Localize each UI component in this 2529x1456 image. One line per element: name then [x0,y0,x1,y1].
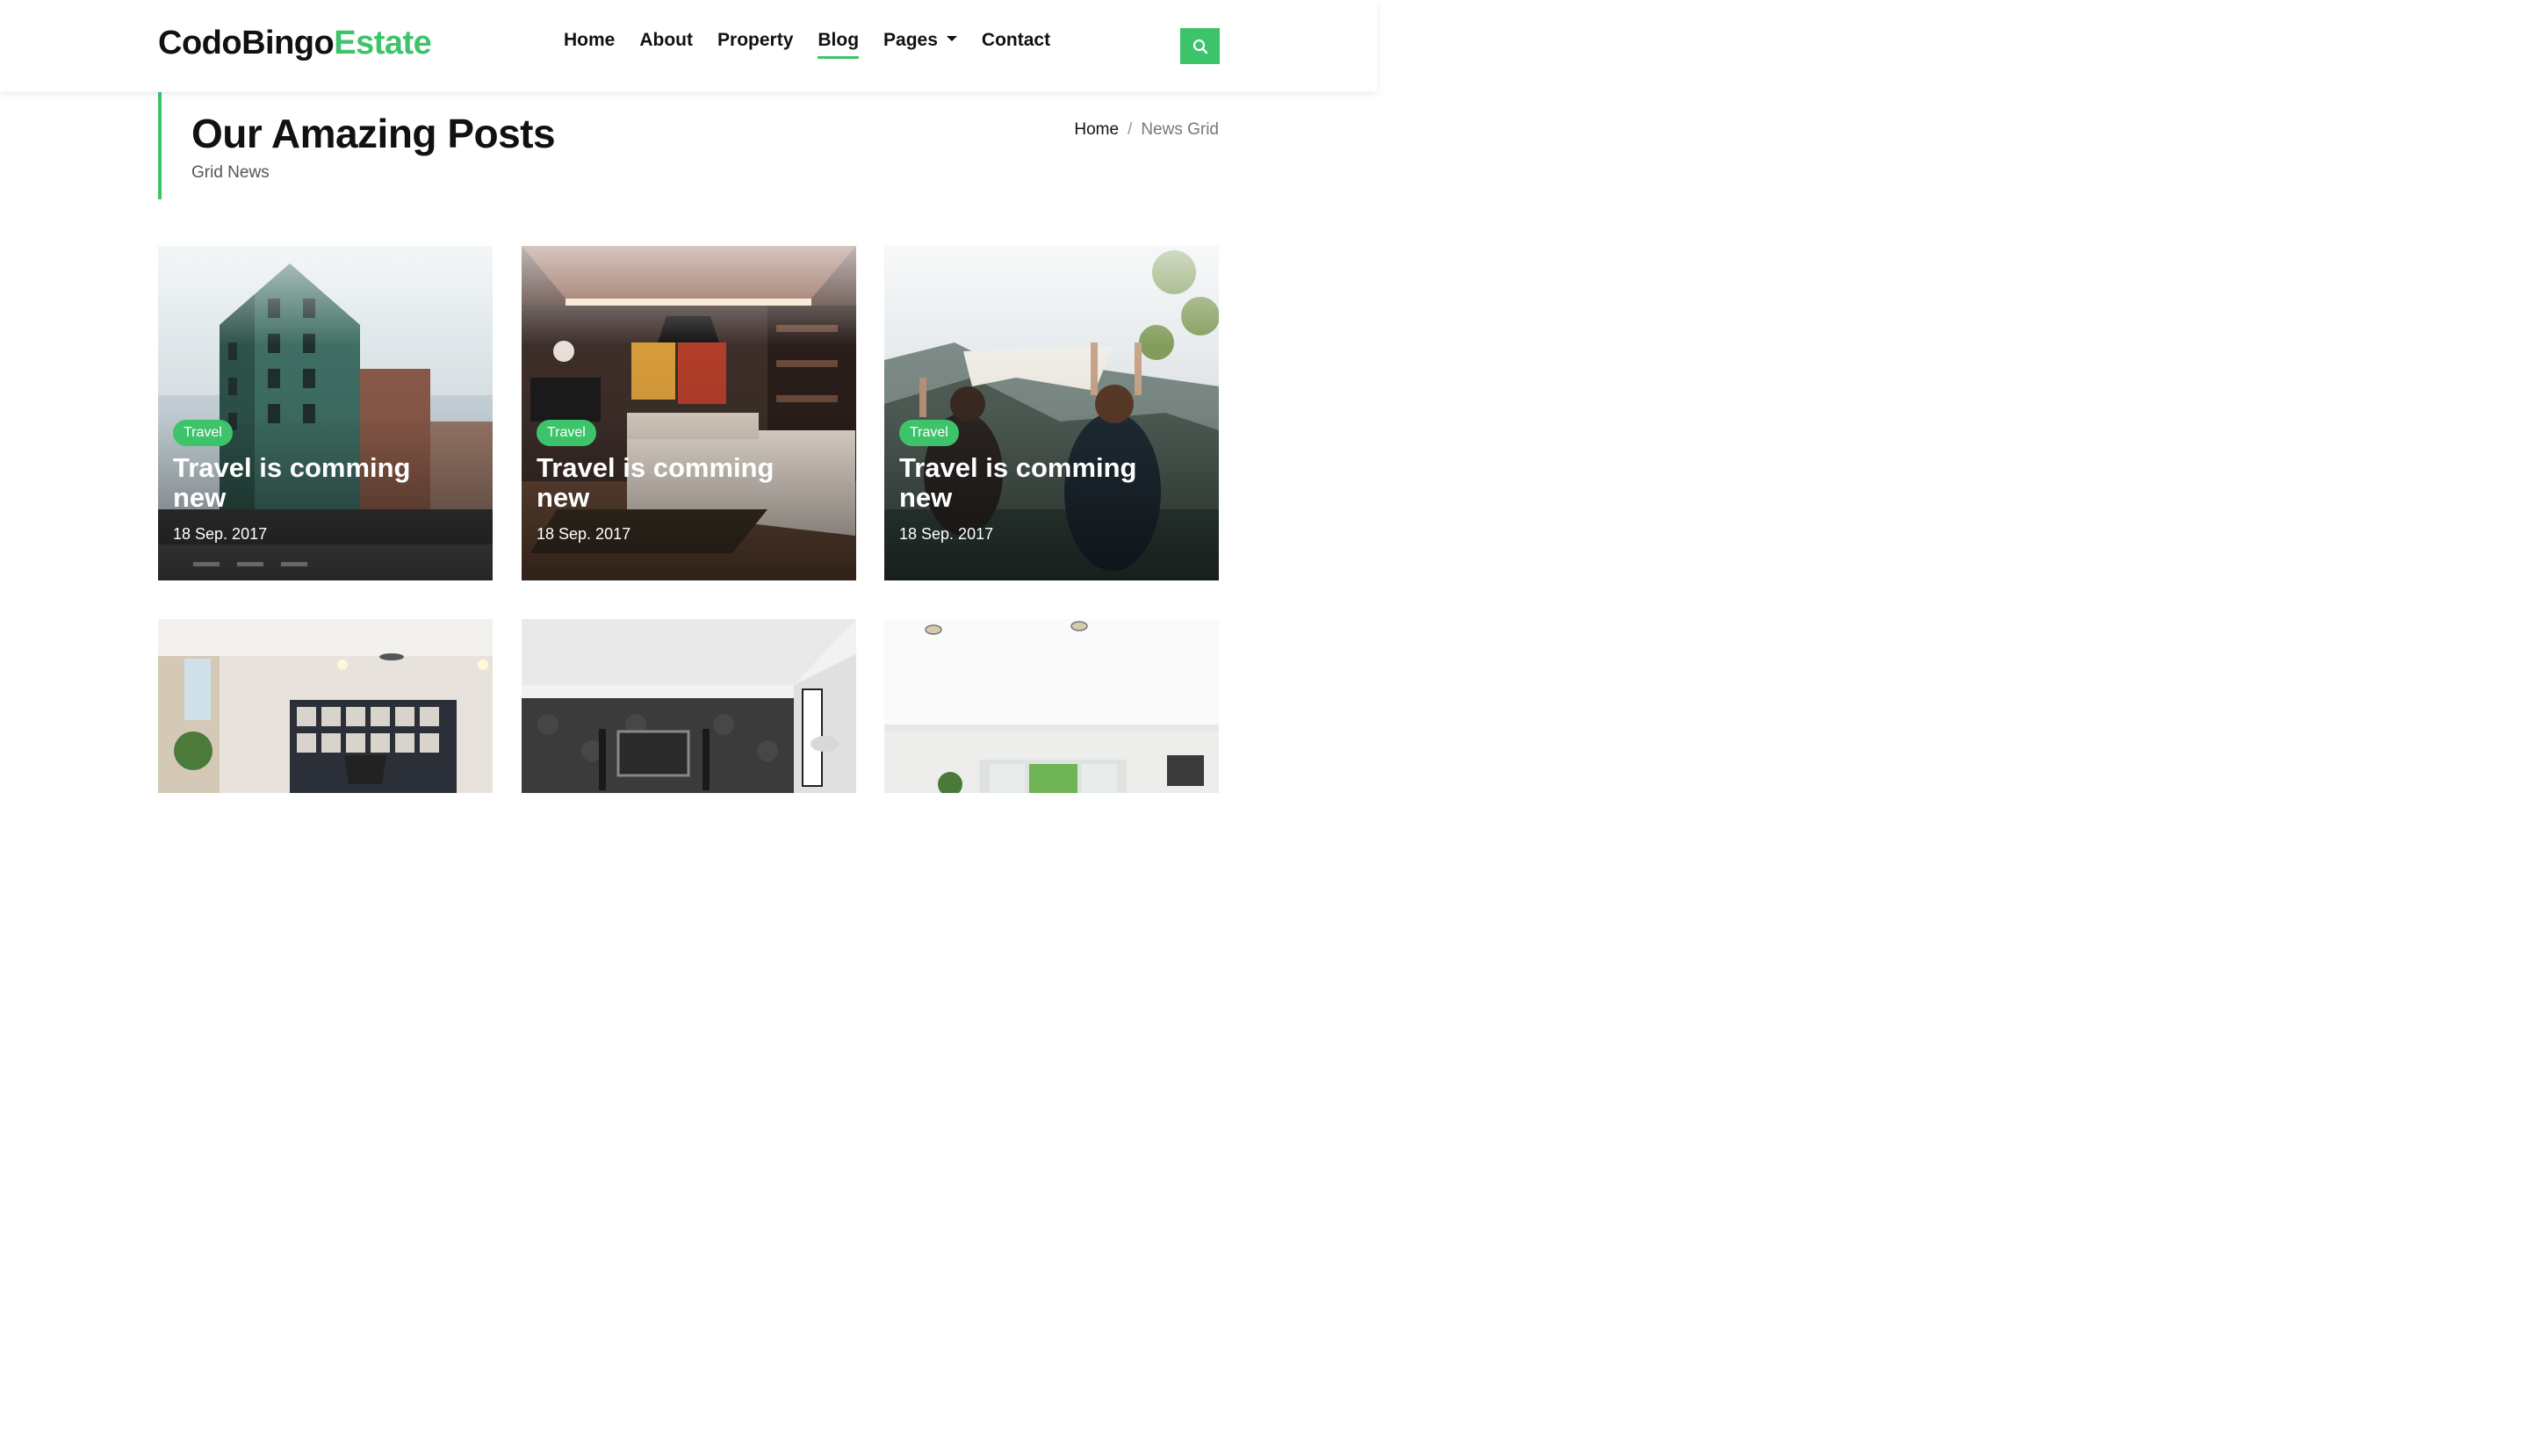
post-card[interactable]: Travel Travel is comming new 18 Sep. 201… [884,246,1219,580]
post-tag[interactable]: Travel [173,420,233,446]
nav-pages[interactable]: Pages [883,30,957,56]
nav-contact[interactable]: Contact [982,30,1050,56]
post-title[interactable]: Travel is comming new [537,453,818,513]
nav-home[interactable]: Home [564,30,615,56]
nav-blog[interactable]: Blog [818,30,859,59]
post-date: 18 Sep. 2017 [537,525,631,543]
post-tag[interactable]: Travel [537,420,596,446]
post-image-bright-room [884,619,1219,793]
breadcrumb-separator: / [1128,120,1133,139]
nav-pages-label: Pages [883,30,938,50]
main-nav: Home About Property Blog Pages Contact [564,30,1050,59]
post-card[interactable] [884,619,1219,793]
breadcrumb: Home / News Grid [1074,120,1219,140]
nav-about[interactable]: About [639,30,693,56]
post-image-room-tv [522,619,856,793]
logo-main-text: CodoBingo [158,25,335,61]
chevron-down-icon [946,36,957,42]
page-title-block: Our Amazing Posts Grid News [158,92,597,199]
post-date: 18 Sep. 2017 [173,525,268,543]
search-icon [1192,39,1207,54]
post-image-room-shelves [158,619,493,793]
page-title: Our Amazing Posts [191,111,556,156]
post-card[interactable] [522,619,856,793]
site-logo[interactable]: CodoBingoEstate [158,25,432,62]
post-title[interactable]: Travel is comming new [173,453,454,513]
breadcrumb-home[interactable]: Home [1074,120,1119,140]
post-card[interactable]: Travel Travel is comming new 18 Sep. 201… [158,246,493,580]
breadcrumb-current: News Grid [1141,120,1219,139]
post-tag[interactable]: Travel [899,420,959,446]
search-button[interactable] [1180,28,1220,64]
site-header: CodoBingoEstate Home About Property Blog… [0,0,1377,91]
logo-accent-text: Estate [334,25,432,61]
nav-property[interactable]: Property [717,30,793,56]
post-date: 18 Sep. 2017 [899,525,994,543]
post-card[interactable]: Travel Travel is comming new 18 Sep. 201… [522,246,856,580]
post-title[interactable]: Travel is comming new [899,453,1180,513]
page-subtitle: Grid News [191,163,270,182]
post-card[interactable] [158,619,493,793]
